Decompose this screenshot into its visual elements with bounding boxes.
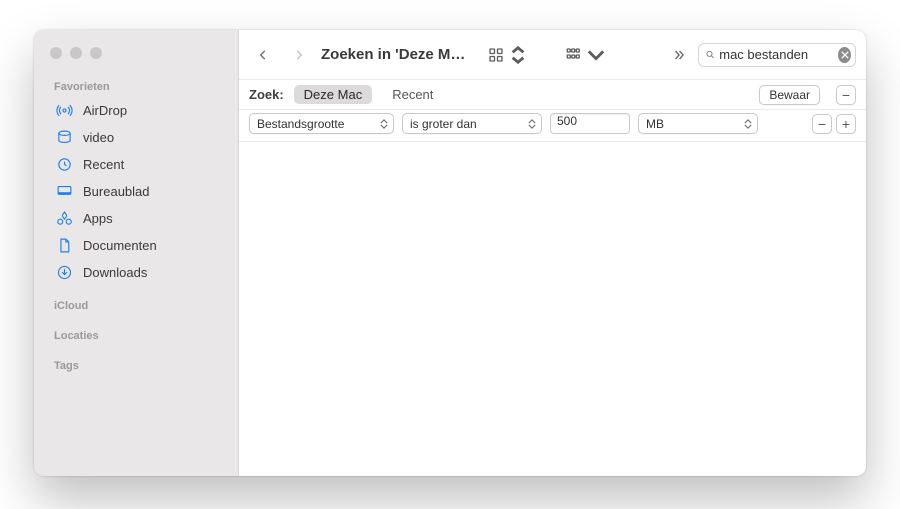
sidebar-item-label: Bureaublad	[83, 184, 150, 199]
chevron-down-icon	[587, 46, 605, 64]
results-area	[239, 142, 866, 476]
downloads-icon	[56, 264, 73, 281]
sidebar-item-label: Downloads	[83, 265, 147, 280]
search-input[interactable]	[719, 47, 834, 62]
sidebar-section-favorites: Favorieten AirDrop video	[34, 77, 238, 286]
search-field[interactable]	[698, 43, 856, 67]
updown-icon	[742, 116, 754, 131]
criteria-operator-select[interactable]: is groter dan	[402, 113, 542, 134]
finder-window: Favorieten AirDrop video	[34, 30, 866, 476]
x-icon	[841, 51, 849, 59]
airdrop-icon	[56, 102, 73, 119]
select-value: MB	[646, 117, 664, 131]
scope-recent[interactable]: Recent	[382, 85, 443, 104]
sidebar-heading-tags: Tags	[34, 356, 238, 376]
icon-view-icon	[487, 46, 505, 64]
group-icon	[565, 46, 583, 64]
criteria-unit-select[interactable]: MB	[638, 113, 758, 134]
sidebar-section-tags: Tags	[34, 356, 238, 376]
select-value: Bestandsgrootte	[257, 117, 344, 131]
clear-search-button[interactable]	[838, 47, 851, 63]
sidebar-item-label: Recent	[83, 157, 124, 172]
disk-icon	[56, 129, 73, 146]
main-area: Zoeken in 'Deze M…	[239, 30, 866, 476]
search-scope-bar: Zoek: Deze Mac Recent Bewaar −	[239, 80, 866, 110]
sidebar-item-label: Apps	[83, 211, 113, 226]
sidebar-item-desktop[interactable]: Bureaublad	[34, 178, 238, 205]
apps-icon	[56, 210, 73, 227]
remove-criteria-button[interactable]: −	[836, 85, 856, 105]
view-mode-button[interactable]	[487, 46, 527, 64]
select-value: is groter dan	[410, 117, 477, 131]
clock-icon	[56, 156, 73, 173]
search-icon	[705, 48, 715, 61]
sidebar-item-video[interactable]: video	[34, 124, 238, 151]
sidebar-item-downloads[interactable]: Downloads	[34, 259, 238, 286]
criteria-attribute-select[interactable]: Bestandsgrootte	[249, 113, 394, 134]
fullscreen-button[interactable]	[90, 47, 102, 59]
minimize-button[interactable]	[70, 47, 82, 59]
sidebar-item-recent[interactable]: Recent	[34, 151, 238, 178]
sidebar-item-label: AirDrop	[83, 103, 127, 118]
sidebar-item-apps[interactable]: Apps	[34, 205, 238, 232]
save-search-button[interactable]: Bewaar	[759, 85, 820, 105]
document-icon	[56, 237, 73, 254]
criteria-add-button[interactable]: +	[836, 114, 856, 134]
scope-label: Zoek:	[249, 87, 284, 102]
toolbar: Zoeken in 'Deze M…	[239, 30, 866, 80]
sidebar-section-icloud: iCloud	[34, 296, 238, 316]
sidebar-heading-favorites: Favorieten	[34, 77, 238, 97]
group-by-button[interactable]	[565, 46, 605, 64]
sidebar-section-locations: Locaties	[34, 326, 238, 346]
chevrons-right-icon	[671, 48, 687, 62]
scope-this-mac[interactable]: Deze Mac	[294, 85, 373, 104]
sidebar-item-documents[interactable]: Documenten	[34, 232, 238, 259]
forward-button[interactable]	[285, 42, 313, 68]
desktop-icon	[56, 183, 73, 200]
sidebar-item-airdrop[interactable]: AirDrop	[34, 97, 238, 124]
window-title: Zoeken in 'Deze M…	[321, 46, 465, 63]
updown-icon	[378, 116, 390, 131]
sidebar-heading-locations: Locaties	[34, 326, 238, 346]
sidebar-item-label: Documenten	[83, 238, 157, 253]
back-button[interactable]	[249, 42, 277, 68]
sidebar-heading-icloud: iCloud	[34, 296, 238, 316]
criteria-value-input[interactable]	[557, 114, 623, 128]
toolbar-overflow-button[interactable]	[668, 48, 690, 62]
search-criteria-row: Bestandsgrootte is groter dan	[239, 110, 866, 142]
criteria-remove-button[interactable]: −	[812, 114, 832, 134]
close-button[interactable]	[50, 47, 62, 59]
window-controls	[34, 42, 238, 77]
sidebar-item-label: video	[83, 130, 114, 145]
criteria-value-field[interactable]	[550, 113, 630, 134]
updown-icon	[509, 46, 527, 64]
updown-icon	[526, 116, 538, 131]
sidebar: Favorieten AirDrop video	[34, 30, 239, 476]
